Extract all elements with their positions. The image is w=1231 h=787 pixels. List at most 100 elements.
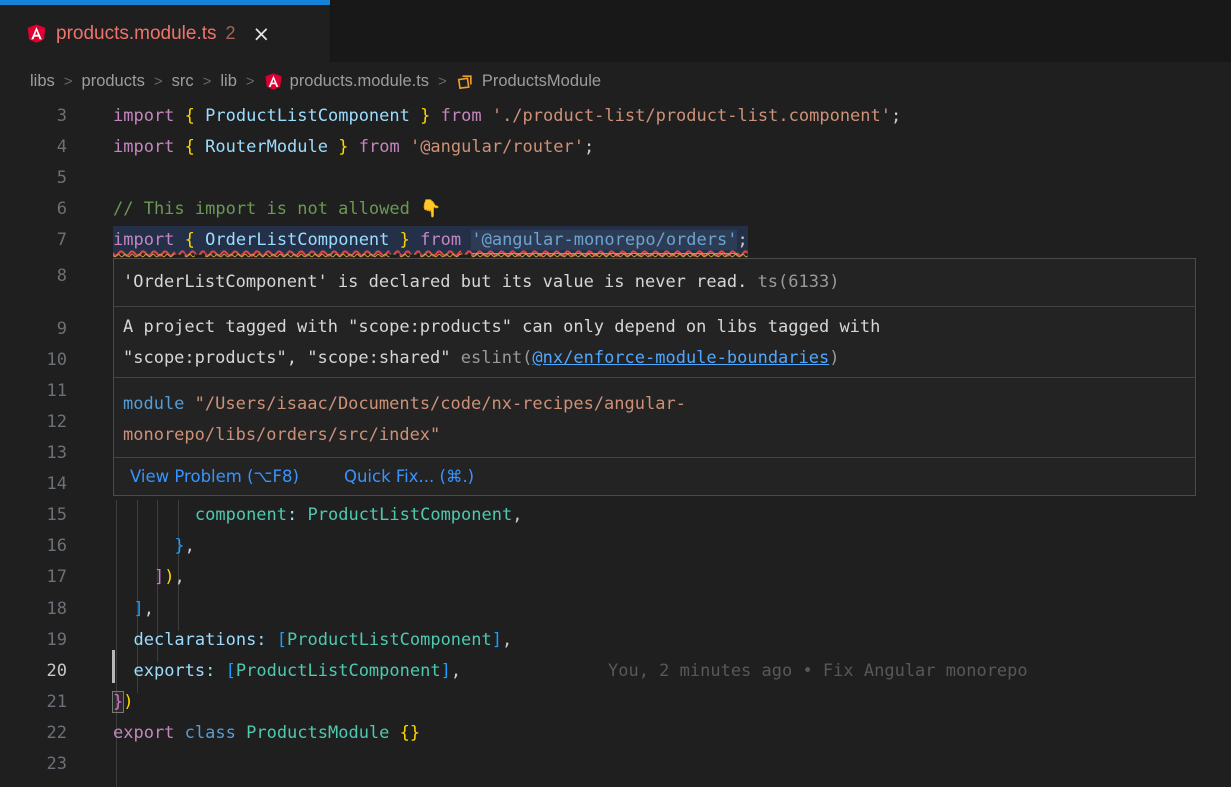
chevron-right-icon: >	[64, 73, 73, 90]
code-token: ProductListComponent	[205, 106, 410, 126]
tab-title: products.module.ts	[56, 23, 217, 45]
code-token: }	[338, 137, 348, 157]
code-token: }	[400, 230, 410, 250]
code-token	[410, 230, 420, 250]
code-token	[113, 536, 174, 556]
code-line-7[interactable]: import { OrderListComponent } from '@ang…	[113, 225, 748, 256]
code-token: ProductListComponent	[287, 630, 492, 650]
line-number: 20	[0, 656, 67, 687]
code-token: OrderListComponent	[205, 230, 389, 250]
code-token	[113, 661, 133, 681]
line-number: 21	[0, 687, 67, 718]
line-number: 23	[0, 749, 67, 780]
code-line-22[interactable]: export class ProductsModule {}	[113, 718, 420, 749]
code-editor[interactable]: You, 2 minutes ago • Fix Angular monorep…	[0, 100, 1231, 780]
breadcrumb-label: ProductsModule	[482, 72, 601, 91]
module-path-line2: monorepo/libs/orders/src/index"	[123, 425, 440, 445]
code-token	[174, 723, 184, 743]
code-token: from	[420, 230, 461, 250]
breadcrumb-item-products-module-ts[interactable]: products.module.ts	[264, 72, 429, 91]
import-path-link[interactable]: '@angular-monorepo/orders'	[471, 230, 737, 250]
code-token: ]	[133, 599, 143, 619]
line-number: 5	[0, 163, 67, 194]
code-token: ProductListComponent	[236, 661, 441, 681]
module-path-line1: "/Users/isaac/Documents/code/nx-recipes/…	[184, 394, 686, 414]
tab-products-module[interactable]: products.module.ts 2 ×	[0, 0, 331, 62]
breadcrumb-label: lib	[220, 72, 237, 91]
git-blame-annotation: You, 2 minutes ago • Fix Angular monorep…	[608, 656, 1028, 687]
code-line-16[interactable]: },	[113, 531, 195, 562]
code-token: {}	[400, 723, 420, 743]
code-token	[215, 661, 225, 681]
code-token: )	[164, 567, 174, 587]
hover-module-info: module "/Users/isaac/Documents/code/nx-r…	[114, 378, 1195, 458]
line-number: 19	[0, 625, 67, 656]
code-line-17[interactable]: ]),	[113, 562, 185, 593]
code-line-15[interactable]: component: ProductListComponent,	[113, 500, 522, 531]
code-line-20[interactable]: exports: [ProductListComponent],	[113, 656, 461, 687]
breadcrumb-item-productsmodule[interactable]: ProductsModule	[456, 72, 601, 91]
code-token	[195, 137, 205, 157]
breadcrumb-item-products[interactable]: products	[82, 72, 145, 91]
code-token: exports:	[133, 661, 215, 681]
code-token	[461, 230, 471, 250]
chevron-right-icon: >	[154, 73, 163, 90]
code-token: ProductsModule	[246, 723, 389, 743]
code-token	[195, 106, 205, 126]
line-number: 15	[0, 500, 67, 531]
close-icon[interactable]: ×	[253, 22, 271, 46]
code-token: export	[113, 723, 174, 743]
code-token	[174, 106, 184, 126]
chevron-right-icon: >	[203, 73, 212, 90]
eslint-rule-link[interactable]: @nx/enforce-module-boundaries	[532, 348, 829, 368]
tab-bar: products.module.ts 2 ×	[0, 0, 1231, 62]
code-token: {	[185, 230, 195, 250]
breadcrumb: libs>products>src>lib>products.module.ts…	[0, 62, 1231, 100]
breadcrumb-label: products.module.ts	[290, 72, 429, 91]
breadcrumb-item-lib[interactable]: lib	[220, 72, 237, 91]
symbol-class-icon	[456, 72, 475, 91]
code-token	[349, 137, 359, 157]
code-token: '@angular/router'	[410, 137, 584, 157]
code-token: import	[113, 230, 174, 250]
code-token	[113, 599, 133, 619]
ts-error-code: ts(6133)	[747, 272, 839, 292]
code-token: './product-list/product-list.component'	[492, 106, 891, 126]
line-number: 17	[0, 562, 67, 593]
code-token: ]	[154, 567, 164, 587]
code-token: ,	[144, 599, 154, 619]
code-token: import	[113, 106, 174, 126]
code-token	[267, 630, 277, 650]
breadcrumb-item-src[interactable]: src	[172, 72, 194, 91]
hover-action-bar: View Problem (⌥F8) Quick Fix... (⌘.)	[114, 458, 1195, 495]
code-token	[236, 723, 246, 743]
breadcrumb-item-libs[interactable]: libs	[30, 72, 55, 91]
error-squiggle-line: import { OrderListComponent } from '@ang…	[113, 226, 748, 254]
code-token: [	[277, 630, 287, 650]
code-token: ]	[441, 661, 451, 681]
code-token: [	[226, 661, 236, 681]
code-token: ,	[174, 567, 184, 587]
code-line-4[interactable]: import { RouterModule } from '@angular/r…	[113, 132, 594, 163]
line-number: 13	[0, 438, 67, 469]
code-line-3[interactable]: import { ProductListComponent } from './…	[113, 101, 901, 132]
code-token: ;	[584, 137, 594, 157]
code-token: ,	[502, 630, 512, 650]
line-number: 12	[0, 407, 67, 438]
text-cursor	[112, 650, 115, 683]
code-token	[389, 723, 399, 743]
quick-fix-button[interactable]: Quick Fix... (⌘.)	[344, 467, 474, 486]
code-token	[328, 137, 338, 157]
line-number: 18	[0, 594, 67, 625]
code-line-6[interactable]: // This import is not allowed 👇	[113, 194, 441, 225]
code-token: // This import is not allowed	[113, 199, 420, 219]
code-line-18[interactable]: ],	[113, 594, 154, 625]
line-number: 11	[0, 376, 67, 407]
code-line-19[interactable]: declarations: [ProductListComponent],	[113, 625, 512, 656]
view-problem-button[interactable]: View Problem (⌥F8)	[130, 467, 299, 486]
code-token	[113, 505, 195, 525]
line-number: 3	[0, 101, 67, 132]
eslint-source-close: )	[829, 348, 839, 368]
code-line-21[interactable]: })	[113, 687, 134, 718]
code-token	[174, 137, 184, 157]
